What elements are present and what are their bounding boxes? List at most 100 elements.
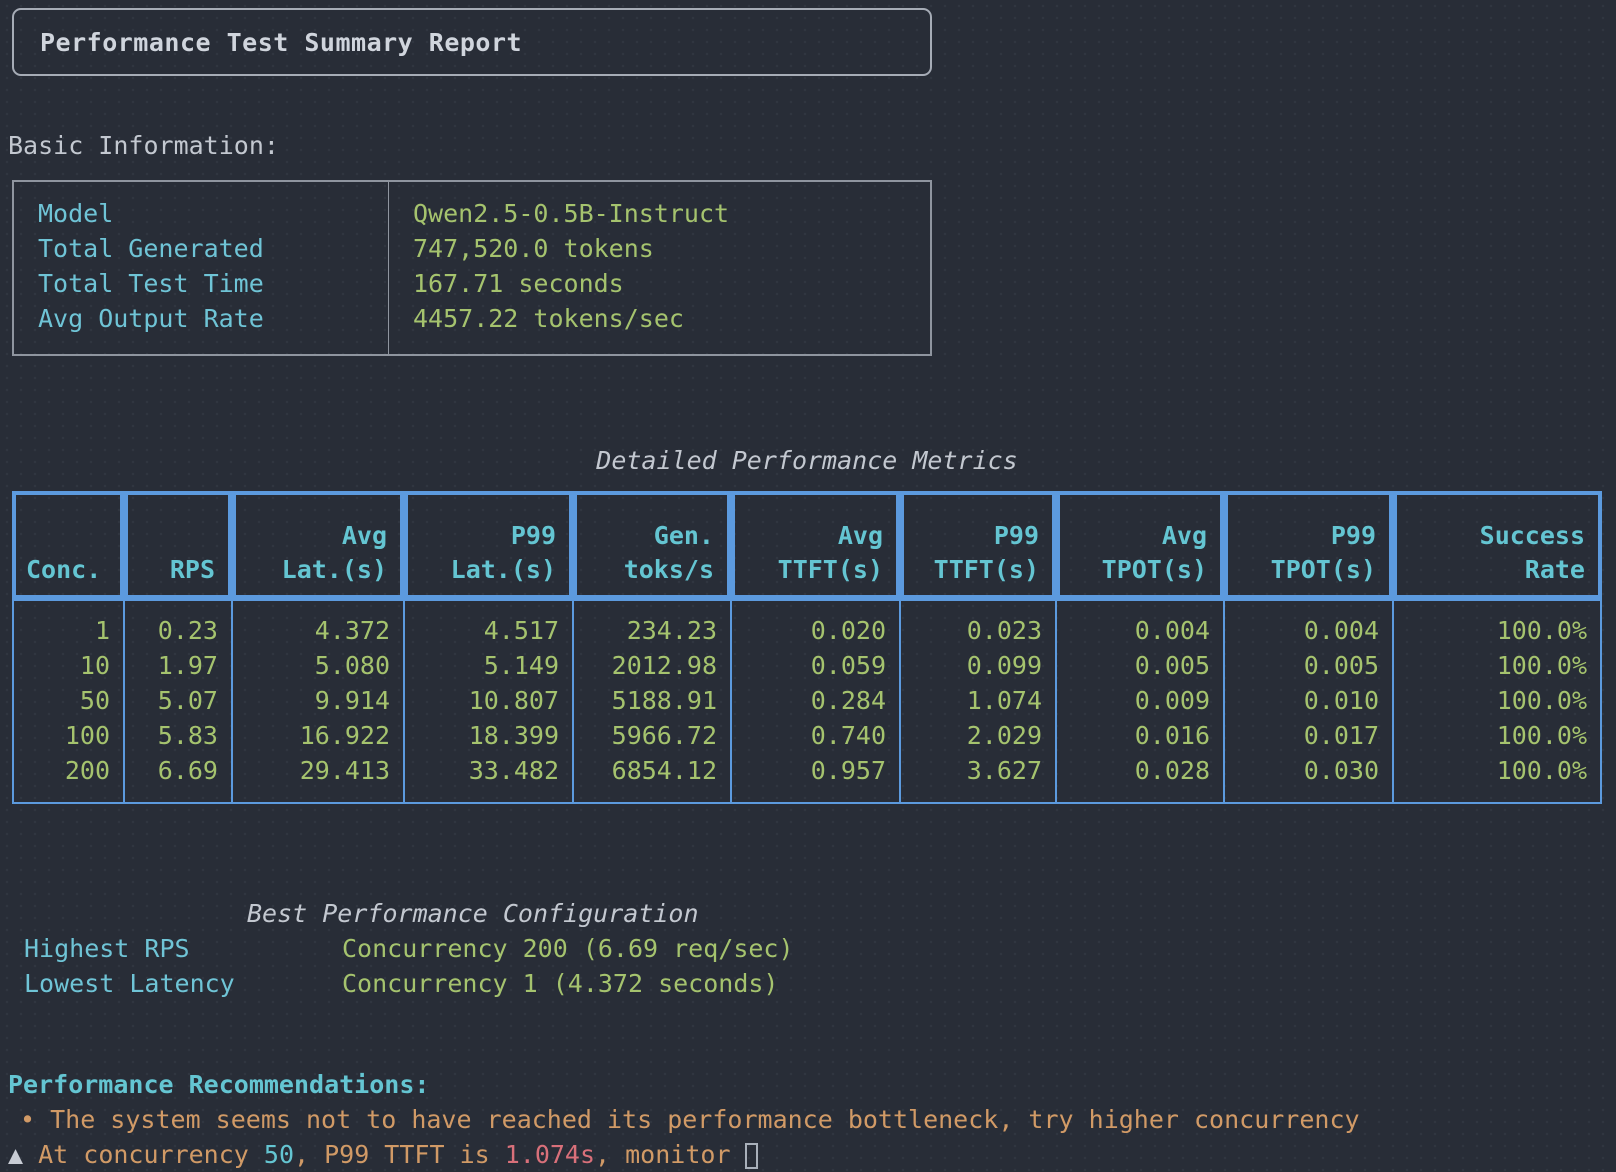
cell-success-rate: 100.0% [1393, 718, 1602, 753]
cell-p99-tpot: 0.017 [1224, 718, 1393, 753]
best-performance-label: Highest RPS [24, 931, 342, 966]
recommendations-heading: Performance Recommendations: [8, 1067, 1616, 1102]
best-performance-label: Lowest Latency [24, 966, 342, 1001]
best-performance-row: Highest RPS Concurrency 200 (6.69 req/se… [0, 931, 1616, 966]
column-header-p99-tpot: P99 TPOT(s) [1224, 491, 1393, 599]
column-header-success-rate: Success Rate [1393, 491, 1602, 599]
table-row: 50 5.07 9.914 10.807 5188.91 0.284 1.074… [12, 683, 1602, 718]
cell-rps: 0.23 [124, 599, 232, 648]
partial-fragment: , monitor [595, 1140, 730, 1169]
table-row: 200 6.69 29.413 33.482 6854.12 0.957 3.6… [12, 753, 1602, 804]
cell-success-rate: 100.0% [1393, 753, 1602, 804]
cell-p99-ttft: 0.023 [900, 599, 1056, 648]
column-header-p99-latency: P99 Lat.(s) [404, 491, 573, 599]
recommendations-section: Performance Recommendations: • The syste… [8, 1067, 1616, 1172]
table-row: 10 1.97 5.080 5.149 2012.98 0.059 0.099 … [12, 648, 1602, 683]
cell-p99-tpot: 0.030 [1224, 753, 1393, 804]
cell-p99-tpot: 0.004 [1224, 599, 1393, 648]
basic-info-value: 4457.22 tokens/sec [413, 301, 930, 336]
recommendation-item-partial: ▲ At concurrency 50, P99 TTFT is 1.074s,… [8, 1137, 1616, 1172]
report-title: Performance Test Summary Report [40, 28, 522, 57]
partial-fragment: At concurrency [38, 1140, 264, 1169]
cell-success-rate: 100.0% [1393, 683, 1602, 718]
cell-gen-toks: 5188.91 [573, 683, 731, 718]
cell-avg-ttft: 0.957 [731, 753, 900, 804]
column-header-gen-toks: Gen. toks/s [573, 491, 731, 599]
cell-p99-lat: 10.807 [404, 683, 573, 718]
cell-conc: 10 [12, 648, 124, 683]
basic-info-label: Total Generated [38, 231, 388, 266]
cell-p99-ttft: 2.029 [900, 718, 1056, 753]
basic-info-value: 167.71 seconds [413, 266, 930, 301]
cell-avg-lat: 4.372 [232, 599, 404, 648]
basic-info-label: Total Test Time [38, 266, 388, 301]
partial-fragment: ▲ [8, 1140, 38, 1169]
cell-rps: 5.07 [124, 683, 232, 718]
basic-info-labels-column: Model Total Generated Total Test Time Av… [14, 182, 388, 354]
cell-conc: 50 [12, 683, 124, 718]
cell-rps: 6.69 [124, 753, 232, 804]
basic-information-heading: Basic Information: [8, 131, 1616, 161]
cell-avg-tpot: 0.004 [1056, 599, 1224, 648]
cell-conc: 200 [12, 753, 124, 804]
terminal-screen: { "page": { "title": "Performance Test S… [0, 8, 1616, 1156]
best-performance-value: Concurrency 1 (4.372 seconds) [342, 966, 779, 1001]
cell-gen-toks: 234.23 [573, 599, 731, 648]
basic-info-values-column: Qwen2.5-0.5B-Instruct 747,520.0 tokens 1… [388, 182, 930, 354]
cell-p99-lat: 5.149 [404, 648, 573, 683]
basic-info-value: Qwen2.5-0.5B-Instruct [413, 196, 930, 231]
cell-p99-ttft: 0.099 [900, 648, 1056, 683]
cell-avg-tpot: 0.005 [1056, 648, 1224, 683]
cell-rps: 5.83 [124, 718, 232, 753]
partial-fragment: 1.074s [505, 1140, 595, 1169]
cell-avg-tpot: 0.009 [1056, 683, 1224, 718]
cell-gen-toks: 2012.98 [573, 648, 731, 683]
column-header-concurrency: Conc. [12, 491, 124, 599]
terminal-cursor [745, 1143, 758, 1169]
column-header-avg-ttft: Avg TTFT(s) [731, 491, 900, 599]
column-header-p99-ttft: P99 TTFT(s) [900, 491, 1056, 599]
recommendation-item: • The system seems not to have reached i… [8, 1102, 1616, 1137]
column-header-rps: RPS [124, 491, 232, 599]
basic-info-label: Avg Output Rate [38, 301, 388, 336]
cell-p99-lat: 4.517 [404, 599, 573, 648]
table-row: 1 0.23 4.372 4.517 234.23 0.020 0.023 0.… [12, 599, 1602, 648]
cell-p99-lat: 33.482 [404, 753, 573, 804]
partial-fragment: 50 [264, 1140, 294, 1169]
column-header-avg-latency: Avg Lat.(s) [232, 491, 404, 599]
cell-avg-lat: 16.922 [232, 718, 404, 753]
partial-fragment: , P99 TTFT is [294, 1140, 505, 1169]
cell-avg-tpot: 0.016 [1056, 718, 1224, 753]
metrics-table-title: Detailed Performance Metrics [12, 446, 1602, 476]
cell-gen-toks: 6854.12 [573, 753, 731, 804]
table-row: 100 5.83 16.922 18.399 5966.72 0.740 2.0… [12, 718, 1602, 753]
cell-avg-ttft: 0.059 [731, 648, 900, 683]
cell-p99-ttft: 3.627 [900, 753, 1056, 804]
best-performance-section: Best Performance Configuration Highest R… [0, 896, 1616, 1001]
cell-avg-tpot: 0.028 [1056, 753, 1224, 804]
metrics-table-header: Conc. RPS Avg Lat.(s) P99 Lat.(s) Gen. t… [12, 491, 1602, 599]
best-performance-row: Lowest Latency Concurrency 1 (4.372 seco… [0, 966, 1616, 1001]
basic-info-value: 747,520.0 tokens [413, 231, 930, 266]
cell-avg-ttft: 0.020 [731, 599, 900, 648]
cell-rps: 1.97 [124, 648, 232, 683]
cell-success-rate: 100.0% [1393, 599, 1602, 648]
basic-information-table: Model Total Generated Total Test Time Av… [12, 180, 932, 356]
cell-avg-ttft: 0.284 [731, 683, 900, 718]
best-performance-title: Best Performance Configuration [247, 896, 1616, 931]
cell-avg-lat: 5.080 [232, 648, 404, 683]
cell-avg-ttft: 0.740 [731, 718, 900, 753]
cell-success-rate: 100.0% [1393, 648, 1602, 683]
basic-info-label: Model [38, 196, 388, 231]
cell-avg-lat: 9.914 [232, 683, 404, 718]
report-title-panel: Performance Test Summary Report [12, 8, 932, 76]
performance-metrics-table: Conc. RPS Avg Lat.(s) P99 Lat.(s) Gen. t… [12, 491, 1602, 804]
cell-p99-ttft: 1.074 [900, 683, 1056, 718]
column-header-avg-tpot: Avg TPOT(s) [1056, 491, 1224, 599]
cell-conc: 1 [12, 599, 124, 648]
cell-p99-lat: 18.399 [404, 718, 573, 753]
cell-p99-tpot: 0.005 [1224, 648, 1393, 683]
cell-conc: 100 [12, 718, 124, 753]
cell-avg-lat: 29.413 [232, 753, 404, 804]
cell-p99-tpot: 0.010 [1224, 683, 1393, 718]
